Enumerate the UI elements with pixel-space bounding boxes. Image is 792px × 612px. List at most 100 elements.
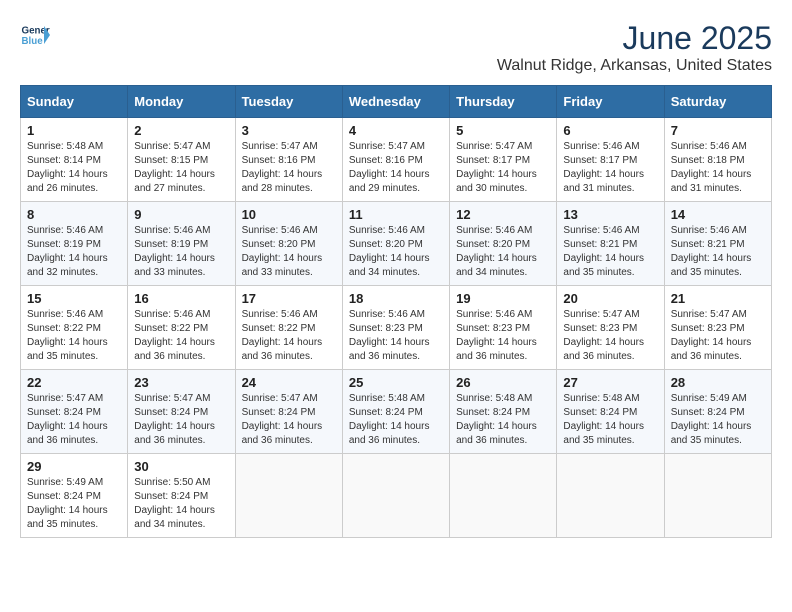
day-number: 12 [456,207,550,222]
day-number: 25 [349,375,443,390]
calendar-week-4: 22 Sunrise: 5:47 AM Sunset: 8:24 PM Dayli… [21,370,772,454]
day-info: Sunrise: 5:47 AM Sunset: 8:23 PM Dayligh… [671,308,765,364]
day-info: Sunrise: 5:48 AM Sunset: 8:24 PM Dayligh… [349,392,443,448]
calendar-header-tuesday: Tuesday [235,86,342,118]
day-number: 7 [671,123,765,138]
day-info: Sunrise: 5:46 AM Sunset: 8:20 PM Dayligh… [349,224,443,280]
day-number: 4 [349,123,443,138]
calendar-week-3: 15 Sunrise: 5:46 AM Sunset: 8:22 PM Dayli… [21,286,772,370]
calendar-cell: 28 Sunrise: 5:49 AM Sunset: 8:24 PM Dayli… [664,370,771,454]
day-number: 9 [134,207,228,222]
calendar-cell [664,454,771,538]
main-title: June 2025 [497,20,772,57]
day-number: 30 [134,459,228,474]
calendar-cell: 26Sunrise: 5:48 AM Sunset: 8:24 PM Dayli… [450,370,557,454]
day-info: Sunrise: 5:46 AM Sunset: 8:17 PM Dayligh… [563,140,657,196]
day-number: 10 [242,207,336,222]
day-number: 14 [671,207,765,222]
day-info: Sunrise: 5:48 AM Sunset: 8:24 PM Dayligh… [563,392,657,448]
calendar-cell: 7 Sunrise: 5:46 AM Sunset: 8:18 PM Daylig… [664,118,771,202]
day-info: Sunrise: 5:46 AM Sunset: 8:22 PM Dayligh… [242,308,336,364]
day-number: 13 [563,207,657,222]
day-number: 19 [456,291,550,306]
day-number: 28 [671,375,765,390]
calendar-cell: 30 Sunrise: 5:50 AM Sunset: 8:24 PM Dayli… [128,454,235,538]
calendar-header-saturday: Saturday [664,86,771,118]
calendar-cell: 14Sunrise: 5:46 AM Sunset: 8:21 PM Dayli… [664,202,771,286]
day-info: Sunrise: 5:46 AM Sunset: 8:20 PM Dayligh… [242,224,336,280]
day-info: Sunrise: 5:47 AM Sunset: 8:15 PM Dayligh… [134,140,228,196]
svg-text:Blue: Blue [22,36,44,47]
page-header: General Blue June 2025 Walnut Ridge, Ark… [20,20,772,75]
calendar-cell: 5Sunrise: 5:47 AM Sunset: 8:17 PM Daylig… [450,118,557,202]
day-info: Sunrise: 5:46 AM Sunset: 8:19 PM Dayligh… [27,224,121,280]
calendar-cell [450,454,557,538]
day-info: Sunrise: 5:47 AM Sunset: 8:23 PM Dayligh… [563,308,657,364]
day-number: 15 [27,291,121,306]
day-number: 20 [563,291,657,306]
day-info: Sunrise: 5:47 AM Sunset: 8:24 PM Dayligh… [27,392,121,448]
day-info: Sunrise: 5:46 AM Sunset: 8:23 PM Dayligh… [456,308,550,364]
day-number: 23 [134,375,228,390]
day-number: 17 [242,291,336,306]
day-number: 29 [27,459,121,474]
calendar-header-friday: Friday [557,86,664,118]
day-number: 1 [27,123,121,138]
day-info: Sunrise: 5:48 AM Sunset: 8:24 PM Dayligh… [456,392,550,448]
calendar-header-row: SundayMondayTuesdayWednesdayThursdayFrid… [21,86,772,118]
calendar-header-sunday: Sunday [21,86,128,118]
calendar-cell: 9 Sunrise: 5:46 AM Sunset: 8:19 PM Daylig… [128,202,235,286]
day-info: Sunrise: 5:46 AM Sunset: 8:21 PM Dayligh… [563,224,657,280]
calendar-cell [342,454,449,538]
day-info: Sunrise: 5:46 AM Sunset: 8:20 PM Dayligh… [456,224,550,280]
day-info: Sunrise: 5:47 AM Sunset: 8:16 PM Dayligh… [242,140,336,196]
calendar-cell: 18Sunrise: 5:46 AM Sunset: 8:23 PM Dayli… [342,286,449,370]
calendar-cell: 16 Sunrise: 5:46 AM Sunset: 8:22 PM Dayli… [128,286,235,370]
day-info: Sunrise: 5:49 AM Sunset: 8:24 PM Dayligh… [671,392,765,448]
calendar-cell: 29 Sunrise: 5:49 AM Sunset: 8:24 PM Dayli… [21,454,128,538]
calendar-week-2: 8 Sunrise: 5:46 AM Sunset: 8:19 PM Daylig… [21,202,772,286]
calendar-cell: 21Sunrise: 5:47 AM Sunset: 8:23 PM Dayli… [664,286,771,370]
calendar-cell: 22 Sunrise: 5:47 AM Sunset: 8:24 PM Dayli… [21,370,128,454]
day-info: Sunrise: 5:46 AM Sunset: 8:22 PM Dayligh… [27,308,121,364]
calendar-header-wednesday: Wednesday [342,86,449,118]
day-info: Sunrise: 5:48 AM Sunset: 8:14 PM Dayligh… [27,140,121,196]
calendar-week-5: 29 Sunrise: 5:49 AM Sunset: 8:24 PM Dayli… [21,454,772,538]
day-number: 2 [134,123,228,138]
day-info: Sunrise: 5:46 AM Sunset: 8:19 PM Dayligh… [134,224,228,280]
day-number: 27 [563,375,657,390]
calendar-cell: 8 Sunrise: 5:46 AM Sunset: 8:19 PM Daylig… [21,202,128,286]
calendar-cell: 13 Sunrise: 5:46 AM Sunset: 8:21 PM Dayli… [557,202,664,286]
calendar-cell: 20 Sunrise: 5:47 AM Sunset: 8:23 PM Dayli… [557,286,664,370]
calendar-cell: 10 Sunrise: 5:46 AM Sunset: 8:20 PM Dayli… [235,202,342,286]
calendar-cell: 4 Sunrise: 5:47 AM Sunset: 8:16 PM Daylig… [342,118,449,202]
calendar-cell: 19 Sunrise: 5:46 AM Sunset: 8:23 PM Dayli… [450,286,557,370]
calendar-cell: 2 Sunrise: 5:47 AM Sunset: 8:15 PM Daylig… [128,118,235,202]
calendar-cell [557,454,664,538]
day-number: 18 [349,291,443,306]
day-number: 8 [27,207,121,222]
calendar-cell: 25 Sunrise: 5:48 AM Sunset: 8:24 PM Dayli… [342,370,449,454]
calendar-cell: 24Sunrise: 5:47 AM Sunset: 8:24 PM Dayli… [235,370,342,454]
calendar-cell: 17 Sunrise: 5:46 AM Sunset: 8:22 PM Dayli… [235,286,342,370]
calendar-cell: 12 Sunrise: 5:46 AM Sunset: 8:20 PM Dayli… [450,202,557,286]
logo: General Blue [20,20,50,50]
day-number: 24 [242,375,336,390]
day-info: Sunrise: 5:47 AM Sunset: 8:24 PM Dayligh… [134,392,228,448]
day-info: Sunrise: 5:50 AM Sunset: 8:24 PM Dayligh… [134,476,228,532]
day-info: Sunrise: 5:47 AM Sunset: 8:16 PM Dayligh… [349,140,443,196]
calendar-header-thursday: Thursday [450,86,557,118]
calendar-cell: 15 Sunrise: 5:46 AM Sunset: 8:22 PM Dayli… [21,286,128,370]
calendar-header-monday: Monday [128,86,235,118]
calendar-cell [235,454,342,538]
calendar-cell: 27 Sunrise: 5:48 AM Sunset: 8:24 PM Dayli… [557,370,664,454]
day-info: Sunrise: 5:49 AM Sunset: 8:24 PM Dayligh… [27,476,121,532]
day-number: 16 [134,291,228,306]
calendar-cell: 6Sunrise: 5:46 AM Sunset: 8:17 PM Daylig… [557,118,664,202]
day-info: Sunrise: 5:46 AM Sunset: 8:22 PM Dayligh… [134,308,228,364]
calendar-cell: 11 Sunrise: 5:46 AM Sunset: 8:20 PM Dayli… [342,202,449,286]
day-number: 11 [349,207,443,222]
title-section: June 2025 Walnut Ridge, Arkansas, United… [497,20,772,75]
day-number: 22 [27,375,121,390]
day-info: Sunrise: 5:46 AM Sunset: 8:18 PM Dayligh… [671,140,765,196]
